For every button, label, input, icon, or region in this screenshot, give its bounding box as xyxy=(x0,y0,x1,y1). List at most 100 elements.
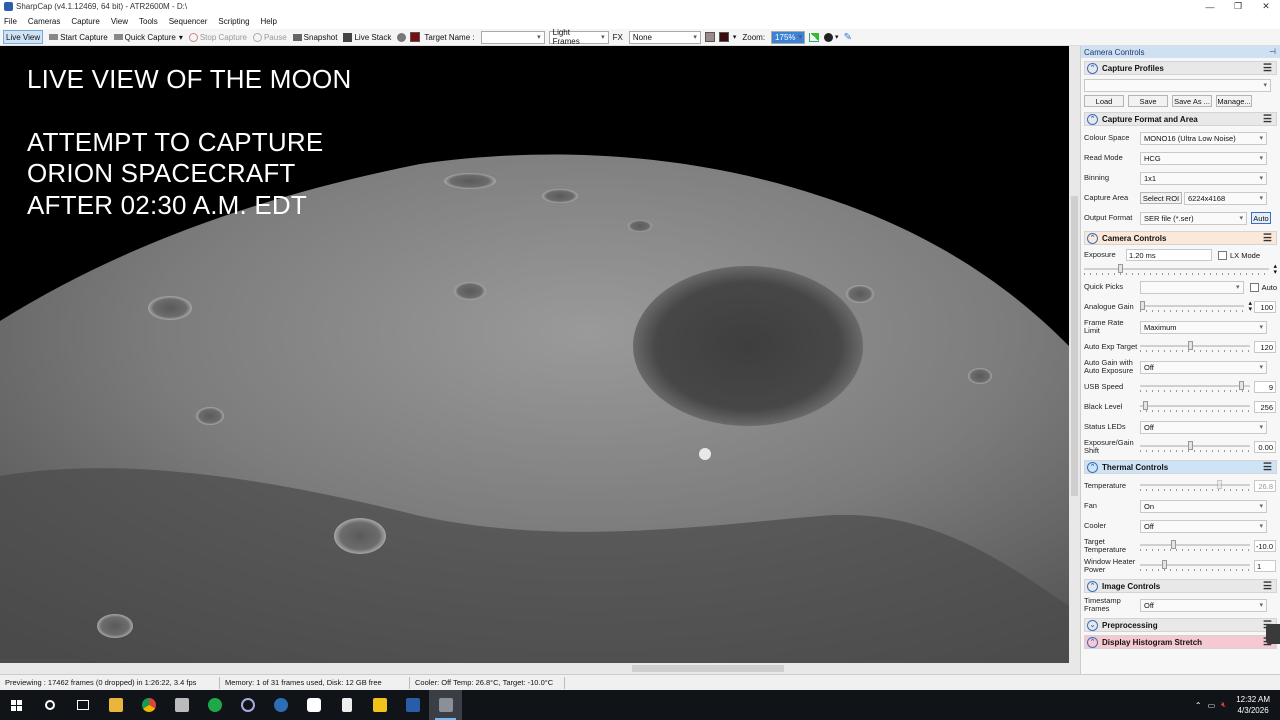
taskbar-app-button[interactable] xyxy=(297,690,330,720)
frame-rate-dropdown[interactable]: Maximum xyxy=(1140,320,1267,334)
quick-picks-dropdown[interactable] xyxy=(1140,280,1244,294)
lx-mode-checkbox[interactable] xyxy=(1218,250,1227,260)
output-format-dropdown[interactable]: SER file (*.ser) xyxy=(1140,211,1247,225)
colour-space-dropdown[interactable]: MONO16 (Ultra Low Noise) xyxy=(1140,131,1267,145)
menu-view[interactable]: View xyxy=(111,17,128,26)
menu-cameras[interactable]: Cameras xyxy=(28,17,60,26)
search-button[interactable] xyxy=(33,690,66,720)
menu-icon[interactable]: ☰ xyxy=(1263,581,1272,592)
live-view-image[interactable]: LIVE VIEW OF THE MOON ATTEMPT TO CAPTURE… xyxy=(0,46,1069,663)
chevron-down-icon[interactable]: ▾ xyxy=(733,33,737,41)
start-button[interactable] xyxy=(0,690,33,720)
section-capture-format[interactable]: ⌃ Capture Format and Area ☰ xyxy=(1084,112,1277,126)
capture-area-dropdown[interactable]: 6224x4168 xyxy=(1184,191,1267,205)
zoom-dropdown[interactable]: 175% xyxy=(771,30,806,44)
volume-muted-icon[interactable]: 🔇︎ xyxy=(1221,700,1226,710)
black-level-slider[interactable] xyxy=(1140,400,1250,414)
menu-icon[interactable]: ☰ xyxy=(1263,63,1272,74)
exp-gain-shift-slider[interactable] xyxy=(1140,440,1250,454)
snapshot-button[interactable]: Snapshot xyxy=(292,33,337,42)
usb-speed-slider[interactable] xyxy=(1140,380,1250,394)
minimize-button[interactable]: — xyxy=(1196,2,1224,12)
auto-exp-target-input[interactable]: 120 xyxy=(1254,341,1276,353)
taskbar-app-button[interactable] xyxy=(396,690,429,720)
exposure-input[interactable]: 1.20 ms xyxy=(1126,249,1212,261)
taskbar-app-button[interactable] xyxy=(264,690,297,720)
usb-speed-input[interactable]: 9 xyxy=(1254,381,1276,393)
section-thermal-controls[interactable]: ⌃ Thermal Controls ☰ xyxy=(1084,460,1277,474)
section-capture-profiles[interactable]: ⌃ Capture Profiles ☰ xyxy=(1084,61,1277,75)
menu-icon[interactable]: ☰ xyxy=(1263,114,1272,125)
stepper-icon[interactable]: ▴ ▾ xyxy=(1273,263,1277,276)
maximize-button[interactable]: ❐ xyxy=(1224,1,1252,12)
side-grip-icon[interactable] xyxy=(1266,624,1280,644)
scroll-thumb[interactable] xyxy=(632,665,784,672)
close-button[interactable]: ✕ xyxy=(1252,1,1280,12)
section-image-controls[interactable]: ⌃ Image Controls ☰ xyxy=(1084,579,1277,593)
fan-dropdown[interactable]: On xyxy=(1140,499,1267,513)
pin-icon[interactable]: ⊣ xyxy=(1269,47,1276,56)
stop-capture-button[interactable]: Stop Capture xyxy=(188,32,247,42)
live-stack-button[interactable]: Live Stack xyxy=(343,32,391,42)
save-as-button[interactable]: Save As ... xyxy=(1172,95,1212,107)
horizontal-scrollbar[interactable] xyxy=(0,663,1080,674)
auto-gain-dropdown[interactable]: Off xyxy=(1140,360,1267,374)
auto-format-button[interactable]: Auto xyxy=(1251,212,1271,224)
analogue-gain-slider[interactable] xyxy=(1140,300,1245,314)
task-view-button[interactable] xyxy=(66,690,99,720)
pin-tool-icon[interactable]: ✎ xyxy=(844,32,852,43)
quick-capture-button[interactable]: Quick Capture ▾ xyxy=(113,33,183,42)
taskbar-app-button[interactable] xyxy=(165,690,198,720)
exposure-slider[interactable] xyxy=(1084,263,1270,277)
section-camera-controls[interactable]: ⌃ Camera Controls ☰ xyxy=(1084,231,1277,245)
taskbar-app-button[interactable] xyxy=(198,690,231,720)
clock[interactable]: 12:32 AM 4/3/2026 xyxy=(1236,694,1270,716)
frame-type-dropdown[interactable]: Light Frames xyxy=(548,28,609,46)
menu-sequencer[interactable]: Sequencer xyxy=(169,17,208,26)
heater-input[interactable]: 1 xyxy=(1254,560,1276,572)
exp-gain-shift-input[interactable]: 0.00 xyxy=(1254,441,1276,453)
vertical-scrollbar[interactable] xyxy=(1069,46,1080,663)
magnifier-icon[interactable] xyxy=(824,32,834,42)
select-roi-button[interactable]: Select ROI xyxy=(1140,192,1182,204)
chevron-down-icon[interactable]: ▾ xyxy=(835,33,839,41)
fx-dropdown[interactable]: None xyxy=(628,30,701,44)
live-view-button[interactable]: Live View xyxy=(3,30,44,44)
target-temp-slider[interactable] xyxy=(1140,539,1250,553)
taskbar-sharpcap-button[interactable] xyxy=(429,690,462,720)
network-icon[interactable]: ▭ xyxy=(1208,701,1216,710)
heater-slider[interactable] xyxy=(1140,559,1250,573)
read-mode-dropdown[interactable]: HCG xyxy=(1140,151,1267,165)
grey-swatch-icon[interactable] xyxy=(704,32,715,42)
load-button[interactable]: Load xyxy=(1084,95,1124,107)
black-level-input[interactable]: 256 xyxy=(1254,401,1276,413)
pause-button[interactable]: Pause xyxy=(252,32,287,42)
menu-help[interactable]: Help xyxy=(261,17,277,26)
status-leds-dropdown[interactable]: Off xyxy=(1140,420,1267,434)
scroll-thumb[interactable] xyxy=(1071,196,1078,496)
file-explorer-button[interactable] xyxy=(99,690,132,720)
chevron-up-icon[interactable]: ⌃ xyxy=(1195,701,1202,710)
chrome-button[interactable] xyxy=(132,690,165,720)
menu-icon[interactable]: ☰ xyxy=(1263,233,1272,244)
taskbar-app-button[interactable] xyxy=(330,690,363,720)
save-button[interactable]: Save xyxy=(1128,95,1168,107)
taskbar-app-button[interactable] xyxy=(231,690,264,720)
timestamp-dropdown[interactable]: Off xyxy=(1140,598,1267,612)
section-histogram-stretch[interactable]: ⌃ Display Histogram Stretch ☰ xyxy=(1084,635,1277,649)
profile-dropdown[interactable] xyxy=(1084,78,1271,92)
circle-icon[interactable] xyxy=(397,32,407,42)
auto-exp-target-slider[interactable] xyxy=(1140,340,1250,354)
histogram-icon[interactable] xyxy=(809,32,820,42)
target-temp-input[interactable]: -10.0 xyxy=(1254,540,1276,552)
target-name-field[interactable] xyxy=(480,30,545,44)
dark-red-swatch-icon[interactable] xyxy=(718,32,729,42)
menu-capture[interactable]: Capture xyxy=(71,17,99,26)
auto-exposure-checkbox[interactable] xyxy=(1249,282,1259,292)
analogue-gain-input[interactable]: 100 xyxy=(1254,301,1276,313)
menu-tools[interactable]: Tools xyxy=(139,17,158,26)
cooler-dropdown[interactable]: Off xyxy=(1140,519,1267,533)
manage-button[interactable]: Manage... xyxy=(1216,95,1252,107)
binning-dropdown[interactable]: 1x1 xyxy=(1140,171,1267,185)
start-capture-button[interactable]: Start Capture xyxy=(49,33,108,42)
